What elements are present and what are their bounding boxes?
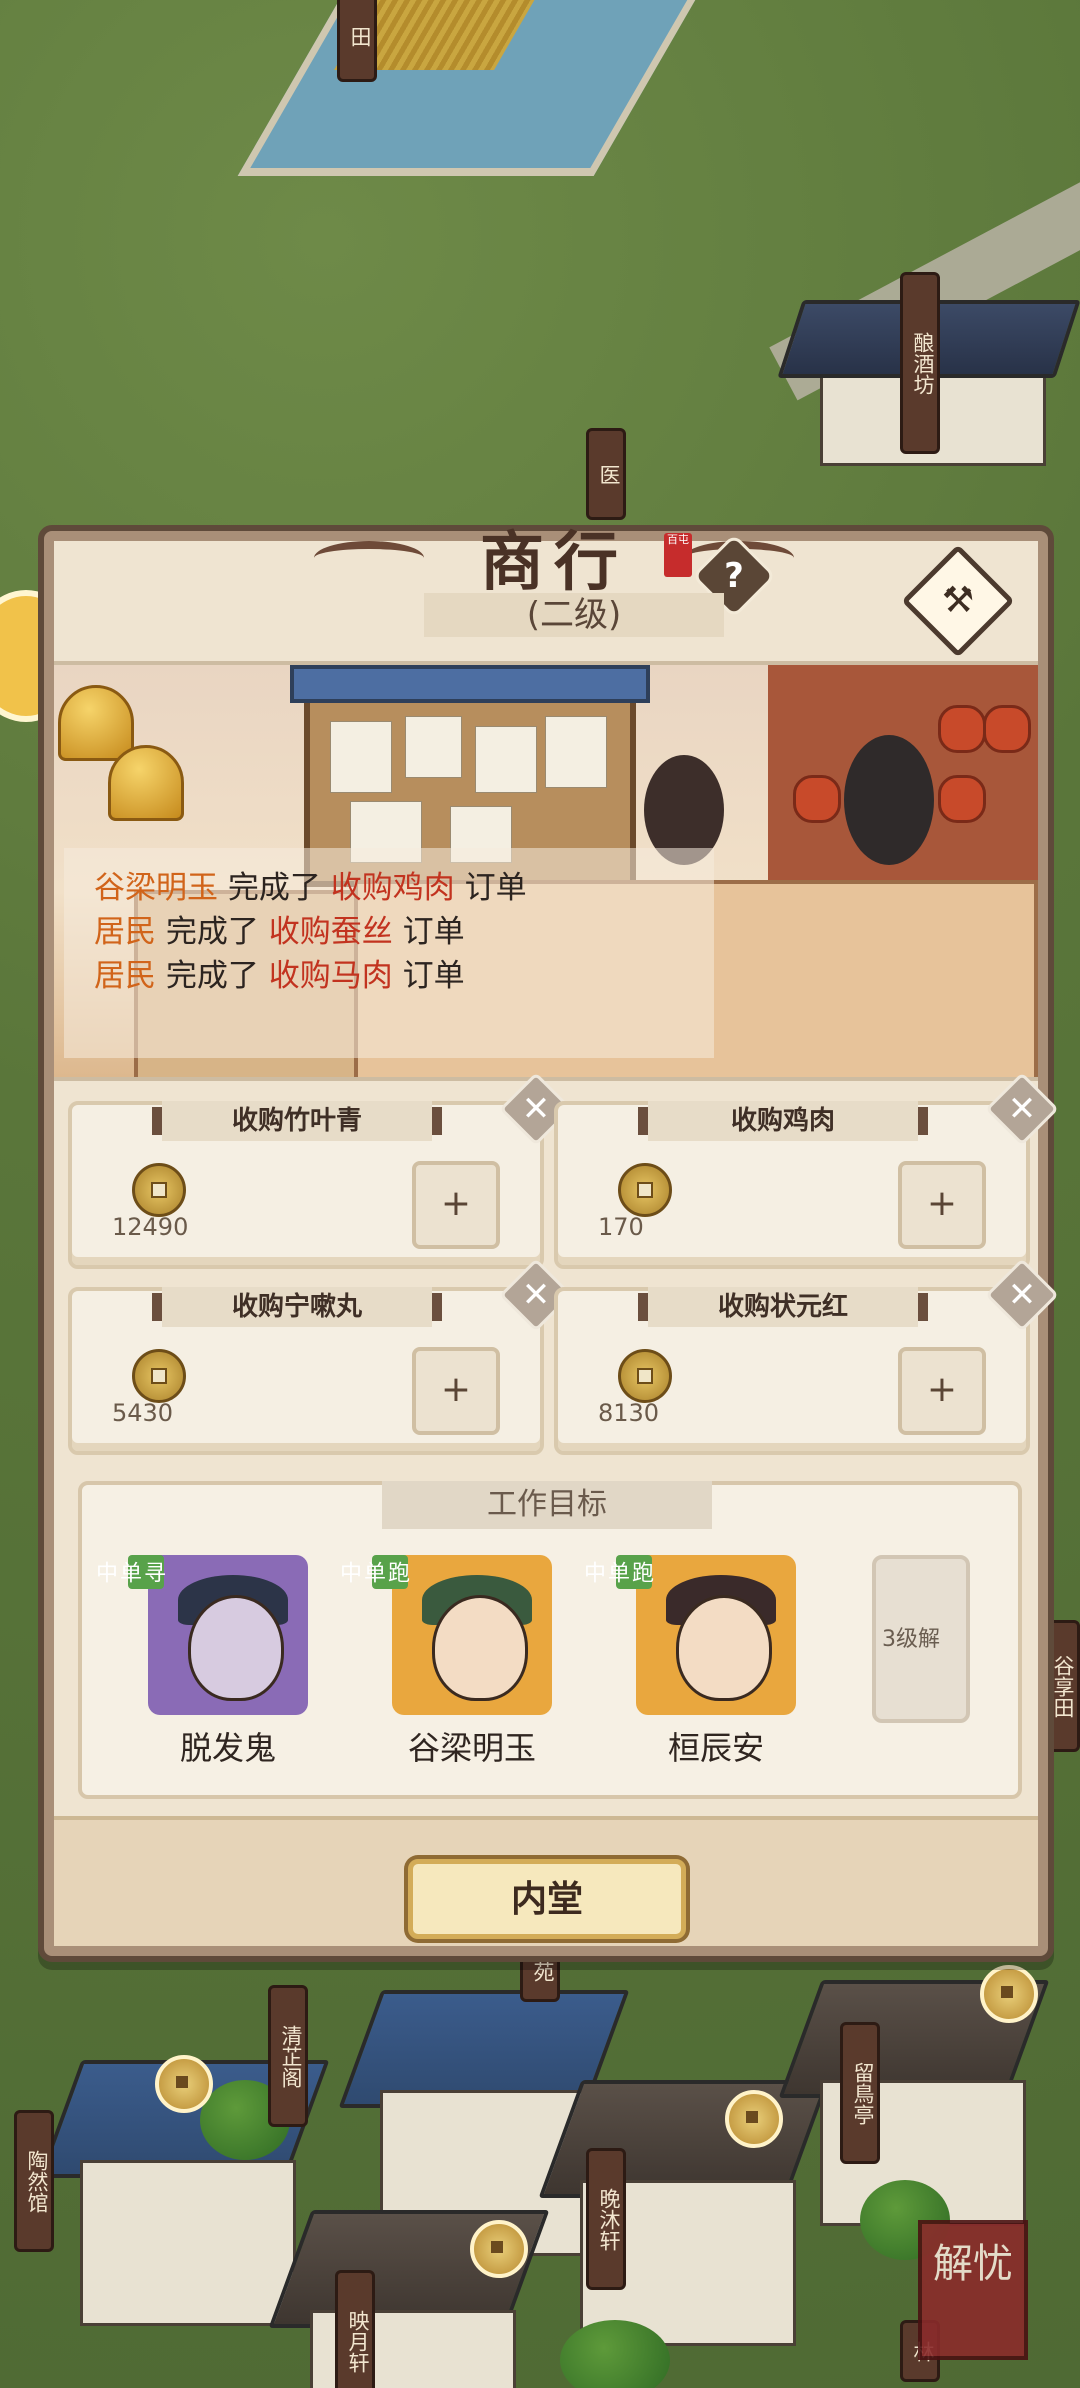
- upgrade-button[interactable]: ⚒: [901, 544, 1015, 658]
- bells-icon[interactable]: [54, 665, 208, 845]
- map-sign-clinic[interactable]: 医: [586, 428, 626, 520]
- order-title: 收购宁嗽丸: [152, 1287, 442, 1327]
- shopkeeper-figure: [844, 735, 934, 865]
- order-title: 收购状元红: [638, 1287, 928, 1327]
- map-sign-top[interactable]: 田: [337, 0, 377, 82]
- map-sign-brewery[interactable]: 酿酒坊: [900, 272, 940, 454]
- coin-pin-icon[interactable]: [725, 2090, 783, 2148]
- log-suffix: 订单: [402, 914, 465, 950]
- log-line: 谷梁明玉 完成了 收购鸡肉 订单: [94, 866, 714, 910]
- work-goals: 工作目标 寻单中 脱发鬼 跑单中 谷梁明玉 跑单中 桓辰安 3级解: [78, 1481, 1022, 1799]
- notice-paper: [405, 716, 462, 778]
- coin-pin-icon[interactable]: [470, 2220, 528, 2278]
- locked-slot[interactable]: 3级解: [872, 1555, 970, 1723]
- log-verb: 完成了: [165, 914, 259, 950]
- wine-jar: [938, 705, 986, 753]
- log-order: 收购蚕丝: [268, 914, 393, 950]
- map-sign-qingzhi[interactable]: 清芷阁: [268, 1985, 308, 2127]
- cancel-order-button[interactable]: ✕: [985, 1258, 1059, 1332]
- order-amount: 5430: [112, 1399, 174, 1427]
- status-badge: 跑单中: [580, 1555, 653, 1589]
- coin-icon: [132, 1349, 186, 1403]
- coin-icon: [618, 1163, 672, 1217]
- log-line: 居民 完成了 收购蚕丝 订单: [94, 910, 714, 954]
- close-icon: ✕: [521, 1089, 551, 1129]
- wine-jar: [793, 775, 841, 823]
- notice-paper: [475, 726, 537, 793]
- shop-panel-body: 商行 百屯 ? ⚒ (二级) 谷梁明玉 完成了 收购鸡肉 订单 居民 完成了 收…: [54, 525, 1059, 1946]
- order-title: 收购竹叶青: [152, 1101, 442, 1141]
- panel-header: 商行 百屯 ? ⚒ (二级): [54, 525, 1038, 661]
- coin-pin-icon[interactable]: [155, 2055, 213, 2113]
- face: [432, 1595, 528, 1701]
- face: [188, 1595, 284, 1701]
- coin-icon: [132, 1163, 186, 1217]
- inner-hall-button[interactable]: 内堂: [408, 1859, 686, 1939]
- cancel-order-button[interactable]: ✕: [985, 1072, 1059, 1146]
- notice-paper: [545, 716, 607, 788]
- log-verb: 完成了: [165, 958, 259, 994]
- log-order: 收购马肉: [268, 958, 393, 994]
- bell-icon: [58, 685, 134, 761]
- coin-icon: [618, 1349, 672, 1403]
- log-suffix: 订单: [402, 958, 465, 994]
- worker-portrait: [392, 1555, 552, 1715]
- coin-pin-icon[interactable]: [980, 1965, 1038, 2023]
- worker-name: 脱发鬼: [179, 1729, 276, 1767]
- map-sign-liuhu[interactable]: 留鳥亭: [840, 2022, 880, 2164]
- close-icon: ✕: [1007, 1089, 1037, 1129]
- status-badge: 寻单中: [92, 1555, 165, 1589]
- log-order: 收购鸡肉: [330, 870, 455, 906]
- order-card[interactable]: 收购鸡肉 170 + ✕: [554, 1072, 1059, 1269]
- worker-portrait: [636, 1555, 796, 1715]
- close-icon: ✕: [521, 1275, 551, 1315]
- order-amount: 8130: [598, 1399, 660, 1427]
- worker-name: 谷梁明玉: [407, 1729, 536, 1767]
- seal-stamp: 百屯: [664, 533, 692, 577]
- close-icon: ✕: [1007, 1275, 1037, 1315]
- face: [676, 1595, 772, 1701]
- locked-label: 3级解: [882, 1627, 940, 1652]
- map-sign-yingyue[interactable]: 映月轩: [335, 2270, 375, 2388]
- jieyou-button[interactable]: 解忧: [918, 2220, 1028, 2360]
- building-wall: [80, 2160, 296, 2326]
- map-sign-wanmu[interactable]: 晚沐轩: [586, 2148, 626, 2290]
- status-badge: 跑单中: [336, 1555, 409, 1589]
- shop-level: (二级): [424, 593, 724, 637]
- bell-icon: [108, 745, 184, 821]
- log-name: 居民: [94, 958, 156, 994]
- order-log: 谷梁明玉 完成了 收购鸡肉 订单 居民 完成了 收购蚕丝 订单 居民 完成了 收…: [64, 848, 714, 1058]
- notice-paper: [330, 721, 392, 793]
- log-verb: 完成了: [227, 870, 321, 906]
- add-button[interactable]: +: [898, 1161, 986, 1249]
- shop-scene: 谷梁明玉 完成了 收购鸡肉 订单 居民 完成了 收购蚕丝 订单 居民 完成了 收…: [54, 661, 1038, 1081]
- wine-jar: [938, 775, 986, 823]
- hammer-icon: ⚒: [941, 580, 975, 621]
- shop-panel: 商行 百屯 ? ⚒ (二级) 谷梁明玉 完成了 收购鸡肉 订单 居民 完成了 收…: [38, 525, 1059, 1962]
- order-card[interactable]: 收购竹叶青 12490 + ✕: [68, 1072, 573, 1269]
- worker-name: 桓辰安: [667, 1729, 764, 1767]
- map-sign-taoran[interactable]: 陶然馆: [14, 2110, 54, 2252]
- cloud-ornament-left: [314, 541, 424, 575]
- add-button[interactable]: +: [898, 1347, 986, 1435]
- wine-jar: [983, 705, 1031, 753]
- log-line: 居民 完成了 收购马肉 订单: [94, 954, 714, 998]
- order-amount: 170: [598, 1213, 644, 1241]
- worker-portrait: [148, 1555, 308, 1715]
- order-card[interactable]: 收购状元红 8130 + ✕: [554, 1258, 1059, 1455]
- order-amount: 12490: [112, 1213, 189, 1241]
- add-button[interactable]: +: [412, 1347, 500, 1435]
- add-button[interactable]: +: [412, 1161, 500, 1249]
- order-title: 收购鸡肉: [638, 1101, 928, 1141]
- log-name: 居民: [94, 914, 156, 950]
- goals-title: 工作目标: [382, 1481, 712, 1529]
- order-card[interactable]: 收购宁嗽丸 5430 + ✕: [68, 1258, 573, 1455]
- log-name: 谷梁明玉: [94, 870, 218, 906]
- log-suffix: 订单: [464, 870, 527, 906]
